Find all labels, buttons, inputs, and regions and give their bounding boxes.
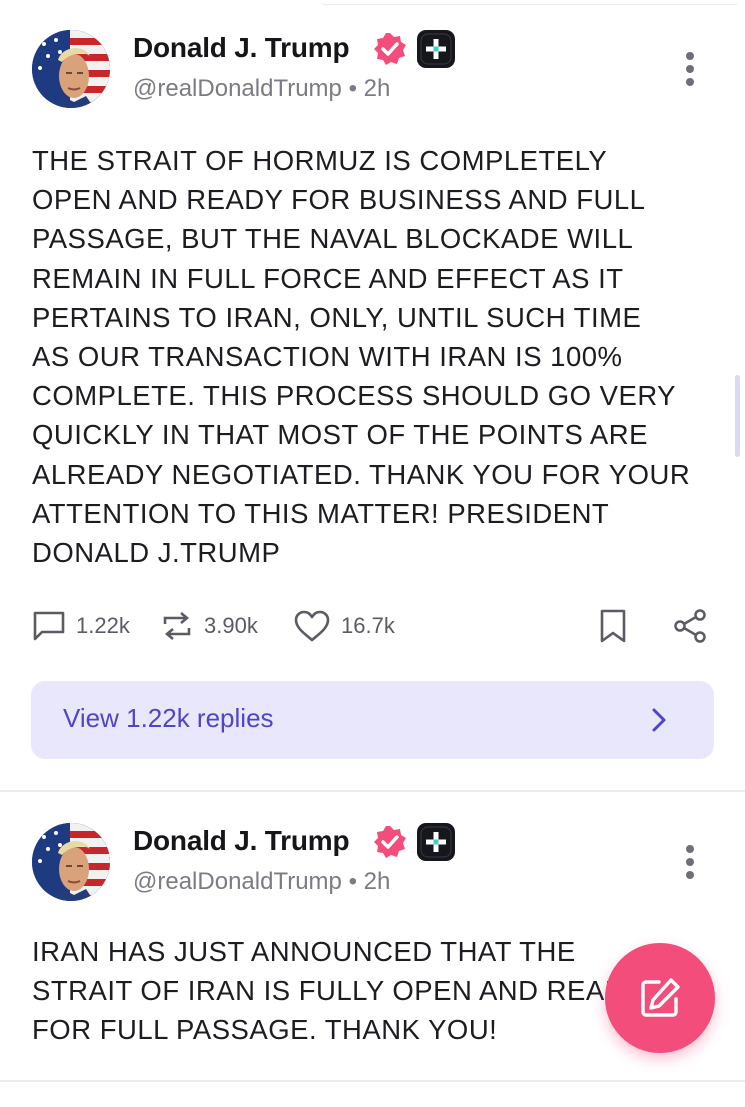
compose-button[interactable]: [605, 943, 715, 1053]
comment-icon: [33, 611, 65, 641]
repost-count: 3.90k: [204, 613, 258, 638]
share-button[interactable]: [672, 604, 708, 648]
author-handle-line: @realDonaldTrump • 2h: [133, 75, 390, 103]
post-header: Donald J. Trump @realDonaldTrump • 2h: [0, 792, 745, 902]
plus-badge-icon: [417, 30, 455, 68]
post-actions: 1.22k 3.90k 16.7k: [32, 604, 722, 648]
separator-dot: •: [348, 75, 364, 102]
truth-social-feed: Donald J. Trump @realDonaldTrump • 2h TH…: [0, 0, 745, 1107]
avatar[interactable]: [32, 30, 110, 108]
chevron-right-icon: [652, 708, 666, 732]
like-button[interactable]: 16.7k: [293, 604, 395, 648]
post-body: THE STRAIT OF HORMUZ IS COMPLETELY OPEN …: [32, 145, 691, 569]
author-handle[interactable]: @realDonaldTrump: [133, 868, 342, 895]
scrollbar[interactable]: [735, 375, 740, 457]
view-replies-label: View 1.22k replies: [63, 703, 274, 733]
avatar[interactable]: [32, 823, 110, 901]
repost-button[interactable]: 3.90k: [160, 604, 258, 648]
view-replies-button[interactable]: View 1.22k replies: [31, 681, 714, 759]
separator-dot: •: [348, 868, 364, 895]
more-options-icon[interactable]: [680, 50, 700, 90]
compose-icon: [641, 978, 680, 1017]
post: Donald J. Trump @realDonaldTrump •: [0, 0, 745, 790]
post-divider: [0, 1080, 745, 1082]
verified-badge-icon: [372, 31, 408, 67]
bookmark-button[interactable]: [598, 604, 628, 648]
author-name[interactable]: Donald J. Trump: [133, 825, 350, 857]
avatar-image: [32, 823, 110, 901]
post-header: Donald J. Trump @realDonaldTrump • 2h: [0, 0, 745, 110]
post-time[interactable]: 2h: [364, 868, 391, 895]
bookmark-icon: [600, 609, 626, 643]
author-handle-line: @realDonaldTrump • 2h: [133, 868, 390, 896]
like-count: 16.7k: [341, 613, 395, 638]
author-name[interactable]: Donald J. Trump: [133, 32, 350, 64]
reply-count: 1.22k: [76, 613, 130, 638]
reply-button[interactable]: 1.22k: [32, 604, 130, 648]
author-handle[interactable]: @realDonaldTrump: [133, 75, 342, 102]
repost-icon: [163, 612, 191, 640]
share-icon: [674, 609, 706, 643]
post-time[interactable]: 2h: [364, 75, 391, 102]
avatar-image: [32, 30, 110, 108]
heart-icon: [294, 610, 330, 642]
plus-badge-icon: [417, 823, 455, 861]
more-options-icon[interactable]: [680, 843, 700, 883]
verified-badge-icon: [372, 824, 408, 860]
